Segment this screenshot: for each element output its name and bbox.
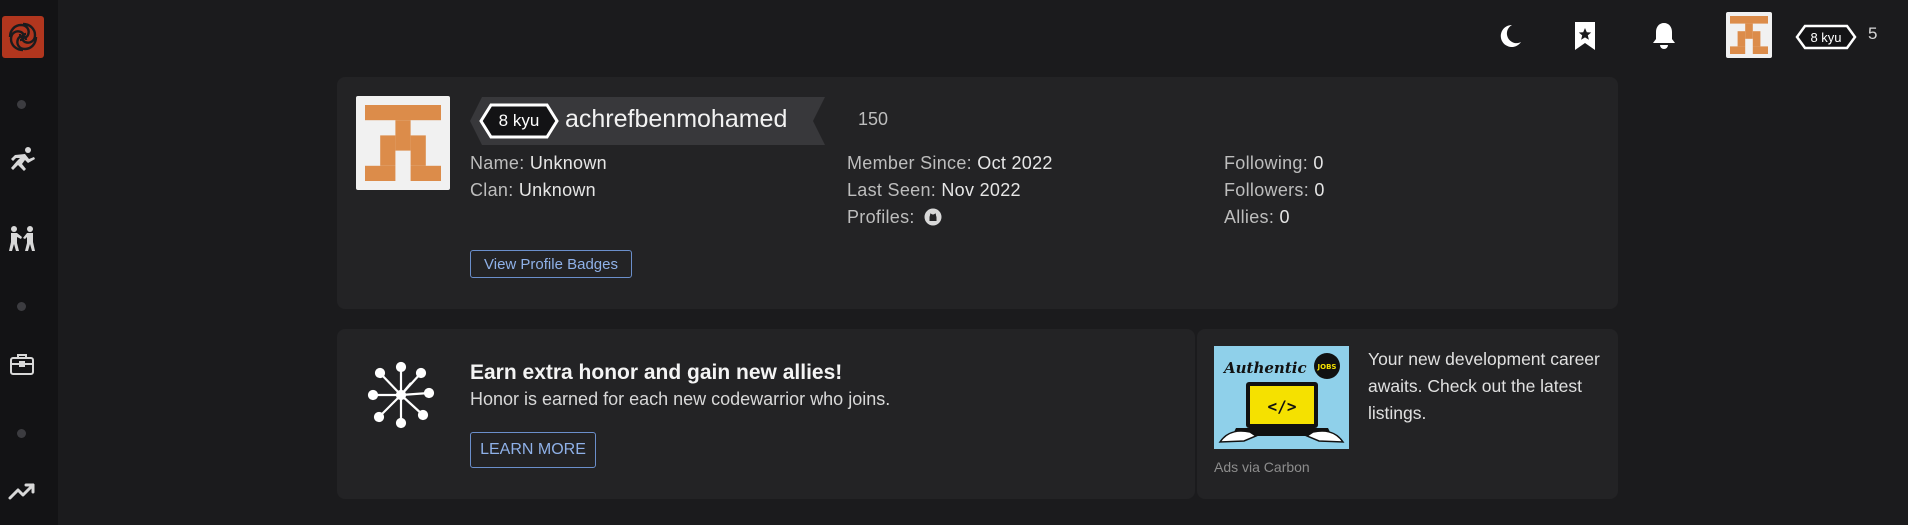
- bell-icon[interactable]: [1645, 17, 1683, 55]
- sidebar-divider-dot: [17, 302, 26, 311]
- profile-honor: 150: [858, 109, 889, 129]
- practice-icon[interactable]: [6, 223, 38, 255]
- honor-promo-description: Honor is earned for each new codewarrior…: [470, 389, 891, 409]
- training-icon[interactable]: [6, 144, 38, 176]
- codewars-logo-icon[interactable]: [2, 16, 44, 58]
- honor-promo-card: Earn extra honor and gain new allies! Ho…: [337, 329, 1195, 499]
- stat-allies-value: 0: [1279, 207, 1290, 227]
- stat-clan-label: Clan:: [470, 180, 514, 200]
- profile-rank-badge: 8 kyu: [479, 103, 559, 139]
- ad-image[interactable]: Authentic JOBS </>: [1214, 346, 1349, 449]
- stat-member-since-label: Member Since:: [847, 153, 972, 173]
- stat-following: Following: 0: [1224, 153, 1324, 174]
- sidebar: [0, 0, 58, 525]
- ad-image-badge: JOBS: [1317, 363, 1337, 371]
- rank-badge: 8 kyu: [1795, 24, 1857, 50]
- stat-following-label: Following:: [1224, 153, 1309, 173]
- profile-avatar: [356, 96, 450, 190]
- github-icon[interactable]: [924, 208, 942, 231]
- honor-count: 5: [1868, 24, 1878, 43]
- bookmark-star-icon[interactable]: [1566, 17, 1604, 55]
- honor-promo-title: Earn extra honor and gain new allies!: [470, 361, 843, 384]
- stat-followers: Followers: 0: [1224, 180, 1325, 201]
- view-profile-badges-button[interactable]: View Profile Badges: [470, 250, 632, 278]
- ad-credit[interactable]: Ads via Carbon: [1214, 459, 1310, 475]
- stat-name-value: Unknown: [529, 153, 607, 173]
- ad-text[interactable]: Your new development career awaits. Chec…: [1368, 346, 1603, 427]
- profile-rank-label: 8 kyu: [498, 111, 540, 130]
- sidebar-divider-dot: [17, 100, 26, 109]
- stat-name-label: Name:: [470, 153, 525, 173]
- stat-following-value: 0: [1313, 153, 1324, 173]
- stat-profiles: Profiles:: [847, 207, 942, 231]
- stat-followers-label: Followers:: [1224, 180, 1310, 200]
- network-icon: [367, 361, 435, 429]
- username: achrefbenmohamed: [565, 105, 788, 133]
- stat-clan-value: Unknown: [518, 180, 596, 200]
- stat-clan: Clan: Unknown: [470, 180, 596, 201]
- rank-badge-label: 8 kyu: [1810, 29, 1842, 45]
- learn-more-button[interactable]: LEARN MORE: [470, 432, 596, 468]
- stat-last-seen-value: Nov 2022: [941, 180, 1021, 200]
- stat-allies: Allies: 0: [1224, 207, 1290, 228]
- stat-followers-value: 0: [1314, 180, 1325, 200]
- stat-last-seen-label: Last Seen:: [847, 180, 937, 200]
- jobs-icon[interactable]: [6, 348, 38, 380]
- sidebar-divider-dot: [17, 429, 26, 438]
- ad-image-title: Authentic: [1222, 359, 1307, 377]
- stat-allies-label: Allies:: [1224, 207, 1275, 227]
- profile-card: 8 kyu achrefbenmohamed 150 Name: Unknown…: [337, 77, 1618, 309]
- ad-card: Authentic JOBS </> Your new development …: [1197, 329, 1618, 499]
- stat-last-seen: Last Seen: Nov 2022: [847, 180, 1021, 201]
- svg-text:</>: </>: [1268, 397, 1297, 416]
- moon-icon[interactable]: [1490, 17, 1528, 55]
- stat-name: Name: Unknown: [470, 153, 607, 174]
- user-avatar[interactable]: [1726, 12, 1772, 58]
- stat-profiles-label: Profiles:: [847, 207, 915, 227]
- stat-member-since: Member Since: Oct 2022: [847, 153, 1053, 174]
- leaderboards-icon[interactable]: [6, 475, 38, 507]
- stat-member-since-value: Oct 2022: [977, 153, 1053, 173]
